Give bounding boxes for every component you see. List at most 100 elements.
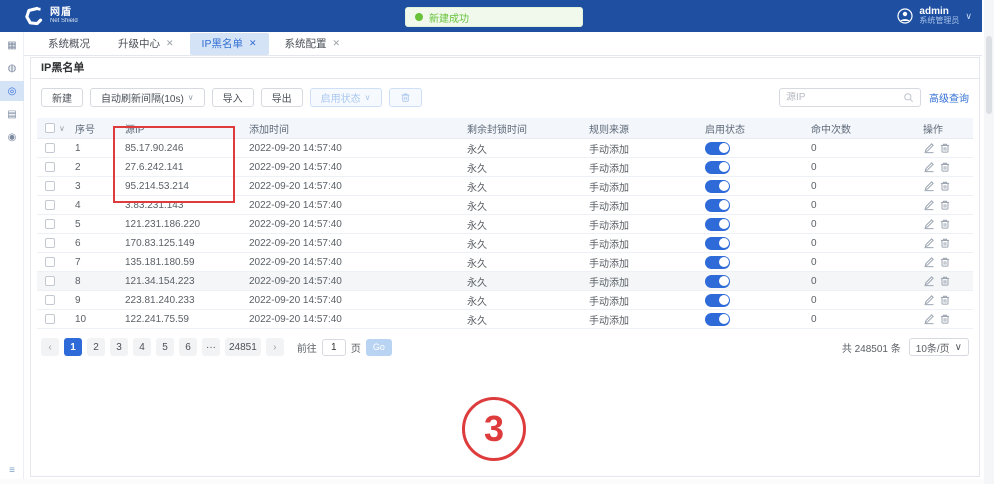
netshield-logo-icon xyxy=(22,5,44,27)
edit-icon[interactable] xyxy=(923,199,935,211)
row-checkbox[interactable] xyxy=(45,257,55,267)
collapse-menu-icon[interactable]: ≡ xyxy=(0,465,24,476)
delete-icon[interactable] xyxy=(939,294,951,306)
row-checkbox-cell xyxy=(37,257,67,267)
tab-system-config[interactable]: 系统配置✕ xyxy=(273,33,353,55)
avatar-icon xyxy=(897,8,913,24)
tab-upgrade-center[interactable]: 升级中心✕ xyxy=(106,33,186,55)
enable-toggle[interactable] xyxy=(705,180,730,193)
edit-icon[interactable] xyxy=(923,294,935,306)
edit-icon[interactable] xyxy=(923,256,935,268)
cell-no: 7 xyxy=(67,257,117,268)
import-button[interactable]: 导入 xyxy=(212,88,254,107)
cell-added-time: 2022-09-20 14:57:40 xyxy=(241,295,459,306)
row-checkbox[interactable] xyxy=(45,181,55,191)
row-checkbox[interactable] xyxy=(45,162,55,172)
enable-toggle[interactable] xyxy=(705,161,730,174)
cell-operations xyxy=(915,313,973,325)
delete-icon[interactable] xyxy=(939,180,951,192)
more-pages-button[interactable]: ··· xyxy=(202,338,220,356)
auto-refresh-dropdown[interactable]: 自动刷新间隔(10s)∨ xyxy=(90,88,205,107)
page-button-2[interactable]: 2 xyxy=(87,338,105,356)
cell-rule-source: 手动添加 xyxy=(581,198,697,213)
row-checkbox[interactable] xyxy=(45,314,55,324)
close-icon[interactable]: ✕ xyxy=(166,38,174,49)
search-input[interactable] xyxy=(786,92,903,103)
delete-icon[interactable] xyxy=(939,199,951,211)
prev-page-button[interactable]: ‹ xyxy=(41,338,59,356)
dashboard-icon[interactable]: ▦ xyxy=(0,35,24,55)
blacklist-icon[interactable]: ◎ xyxy=(0,81,24,101)
search-icon[interactable] xyxy=(903,92,914,103)
goto-page-input[interactable] xyxy=(322,339,346,356)
page-button-1[interactable]: 1 xyxy=(64,338,82,356)
edit-icon[interactable] xyxy=(923,313,935,325)
cell-remaining-time: 永久 xyxy=(459,198,581,213)
delete-icon[interactable] xyxy=(939,256,951,268)
enable-toggle[interactable] xyxy=(705,275,730,288)
delete-icon[interactable] xyxy=(939,313,951,325)
row-checkbox[interactable] xyxy=(45,143,55,153)
enable-status-dropdown[interactable]: 启用状态∨ xyxy=(310,88,382,107)
vertical-scrollbar[interactable] xyxy=(984,0,994,484)
enable-toggle[interactable] xyxy=(705,142,730,155)
table-row: 6170.83.125.1492022-09-20 14:57:40永久手动添加… xyxy=(37,234,973,253)
enable-toggle[interactable] xyxy=(705,256,730,269)
row-checkbox[interactable] xyxy=(45,200,55,210)
network-icon[interactable]: ◍ xyxy=(0,58,24,78)
col-added-time: 添加时间 xyxy=(241,121,459,136)
page-button-3[interactable]: 3 xyxy=(110,338,128,356)
delete-icon[interactable] xyxy=(939,237,951,249)
advanced-search-link[interactable]: 高级查询 xyxy=(929,90,969,105)
cell-hit-count: 0 xyxy=(803,314,915,325)
cell-remaining-time: 永久 xyxy=(459,293,581,308)
delete-icon[interactable] xyxy=(939,275,951,287)
cell-source-ip: 223.81.240.233 xyxy=(117,295,241,306)
enable-toggle[interactable] xyxy=(705,199,730,212)
bulk-delete-button[interactable] xyxy=(389,88,422,107)
cell-rule-source: 手动添加 xyxy=(581,274,697,289)
page-button-4[interactable]: 4 xyxy=(133,338,151,356)
enable-toggle[interactable] xyxy=(705,294,730,307)
monitor-icon[interactable]: ◉ xyxy=(0,127,24,147)
enable-toggle[interactable] xyxy=(705,237,730,250)
edit-icon[interactable] xyxy=(923,237,935,249)
edit-icon[interactable] xyxy=(923,180,935,192)
cell-remaining-time: 永久 xyxy=(459,312,581,327)
tab-label: IP黑名单 xyxy=(202,36,243,51)
row-checkbox[interactable] xyxy=(45,295,55,305)
edit-icon[interactable] xyxy=(923,161,935,173)
tab-system-overview[interactable]: 系统概况 xyxy=(36,33,102,55)
enable-toggle[interactable] xyxy=(705,313,730,326)
page-button-5[interactable]: 5 xyxy=(156,338,174,356)
scrollbar-thumb[interactable] xyxy=(986,36,992,114)
select-all-checkbox[interactable] xyxy=(45,123,55,133)
new-button[interactable]: 新建 xyxy=(41,88,83,107)
edit-icon[interactable] xyxy=(923,142,935,154)
close-icon[interactable]: ✕ xyxy=(333,38,341,49)
edit-icon[interactable] xyxy=(923,218,935,230)
go-button[interactable]: Go xyxy=(366,339,392,356)
chevron-down-icon[interactable]: ∨ xyxy=(59,124,65,133)
close-icon[interactable]: ✕ xyxy=(249,38,257,49)
enable-toggle[interactable] xyxy=(705,218,730,231)
page-size-select[interactable]: 10条/页 ∨ xyxy=(909,338,969,356)
user-menu[interactable]: admin 系统管理员 ∨ xyxy=(897,0,972,32)
row-checkbox[interactable] xyxy=(45,219,55,229)
tab-ip-blacklist[interactable]: IP黑名单 ✕ xyxy=(190,33,269,55)
delete-icon[interactable] xyxy=(939,142,951,154)
page-button-6[interactable]: 6 xyxy=(179,338,197,356)
cell-operations xyxy=(915,199,973,211)
row-checkbox[interactable] xyxy=(45,276,55,286)
export-button[interactable]: 导出 xyxy=(261,88,303,107)
document-icon[interactable]: ▤ xyxy=(0,104,24,124)
cell-operations xyxy=(915,256,973,268)
next-page-button[interactable]: › xyxy=(266,338,284,356)
page-button-24851[interactable]: 24851 xyxy=(225,338,261,356)
delete-icon[interactable] xyxy=(939,218,951,230)
row-checkbox-cell xyxy=(37,295,67,305)
edit-icon[interactable] xyxy=(923,275,935,287)
delete-icon[interactable] xyxy=(939,161,951,173)
row-checkbox[interactable] xyxy=(45,238,55,248)
success-icon xyxy=(415,13,423,21)
